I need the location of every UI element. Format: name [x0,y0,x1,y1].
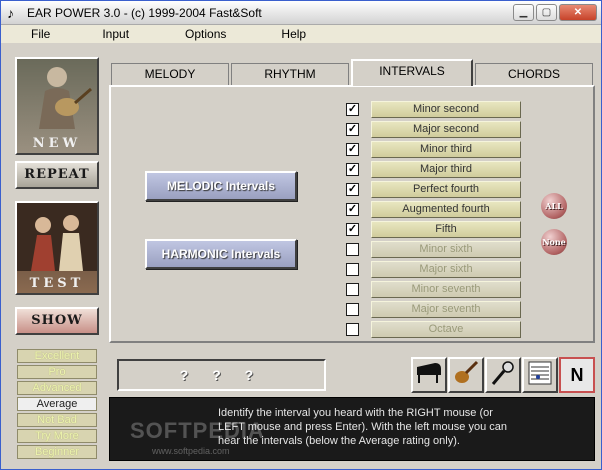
tab-melody[interactable]: MELODY [111,63,229,85]
checkbox-augmented-fourth[interactable]: ✓ [346,203,359,216]
interval-minor-sixth[interactable]: Minor sixth [371,241,521,258]
interval-major-sixth[interactable]: Major sixth [371,261,521,278]
guitar-icon[interactable] [448,357,484,393]
interval-minor-seventh[interactable]: Minor seventh [371,281,521,298]
minimize-button[interactable]: ▁ [513,4,534,21]
rating-advanced: Advanced [17,381,97,395]
piano-icon[interactable] [411,357,447,393]
interval-fifth[interactable]: Fifth [371,221,521,238]
menu-file[interactable]: File [31,25,50,43]
checkbox-minor-seventh[interactable] [346,283,359,296]
maximize-button[interactable]: ▢ [536,4,557,21]
lute-player-icon [39,67,92,129]
title-bar: ♪ EAR POWER 3.0 - (c) 1999-2004 Fast&Sof… [1,1,601,25]
harmonic-intervals-button[interactable]: HARMONIC Intervals [145,239,297,269]
rating-excellent: Excellent [17,349,97,363]
melodic-intervals-button[interactable]: MELODIC Intervals [145,171,297,201]
tab-rhythm[interactable]: RHYTHM [231,63,349,85]
n-button[interactable]: N [559,357,595,393]
rating-pro: Pro [17,365,97,379]
interval-octave[interactable]: Octave [371,321,521,338]
sheet-music-icon [528,361,552,385]
repeat-button[interactable]: REPEAT [15,161,99,189]
answer-display: ? ? ? [117,359,326,391]
checkbox-fifth[interactable]: ✓ [346,223,359,236]
interval-major-third[interactable]: Major third [371,161,521,178]
interval-minor-third[interactable]: Minor third [371,141,521,158]
checkbox-major-second[interactable]: ✓ [346,123,359,136]
checkbox-octave[interactable] [346,323,359,336]
test-label: TEST [29,276,85,291]
left-panel: NEW REPEAT TEST SHOW Excellent Pro Advan… [5,49,105,467]
sheet-music-icon[interactable] [522,357,558,393]
interval-minor-second[interactable]: Minor second [371,101,521,118]
microphone-icon[interactable] [485,357,521,393]
tab-chords[interactable]: CHORDS [475,63,593,85]
piano-icon [417,363,441,383]
interval-augmented-fourth[interactable]: Augmented fourth [371,201,521,218]
show-button[interactable]: SHOW [15,307,99,335]
test-button[interactable]: TEST [15,201,99,295]
guitar-icon [455,360,479,383]
menu-bar: File Input Options Help [1,25,601,43]
rating-try-more: Try More [17,429,97,443]
interval-major-seventh[interactable]: Major seventh [371,301,521,318]
rating-beginner: Beginner [17,445,97,459]
tab-strip: MELODY RHYTHM INTERVALS CHORDS [109,59,595,86]
app-window: ♪ EAR POWER 3.0 - (c) 1999-2004 Fast&Sof… [0,0,602,470]
musicians-painting-icon [17,203,97,271]
menu-options[interactable]: Options [185,25,226,43]
rating-average: Average [17,397,97,411]
select-all-button[interactable]: ALL [541,193,567,219]
checkbox-major-seventh[interactable] [346,303,359,316]
info-bar: SOFTPEDIA www.softpedia.com Identify the… [109,397,595,461]
microphone-icon [491,361,514,385]
interval-major-second[interactable]: Major second [371,121,521,138]
checkbox-major-third[interactable]: ✓ [346,163,359,176]
menu-input[interactable]: Input [102,25,129,43]
tab-intervals[interactable]: INTERVALS [351,59,473,86]
checkbox-major-sixth[interactable] [346,263,359,276]
checkbox-perfect-fourth[interactable]: ✓ [346,183,359,196]
intervals-panel: MELODIC Intervals HARMONIC Intervals ✓ M… [109,85,595,343]
checkbox-minor-sixth[interactable] [346,243,359,256]
checkbox-minor-second[interactable]: ✓ [346,103,359,116]
music-note-icon: ♪ [7,4,14,21]
menu-help[interactable]: Help [281,25,306,43]
instruction-text: Identify the interval you heard with the… [218,407,507,447]
new-label: NEW [32,136,82,151]
interval-perfect-fourth[interactable]: Perfect fourth [371,181,521,198]
select-none-button[interactable]: None [541,229,567,255]
close-button[interactable]: ✕ [559,4,597,21]
checkbox-minor-third[interactable]: ✓ [346,143,359,156]
new-button[interactable]: NEW [15,57,99,155]
rating-not-bad: Not Bad [17,413,97,427]
window-title: EAR POWER 3.0 - (c) 1999-2004 Fast&Soft [27,5,262,20]
